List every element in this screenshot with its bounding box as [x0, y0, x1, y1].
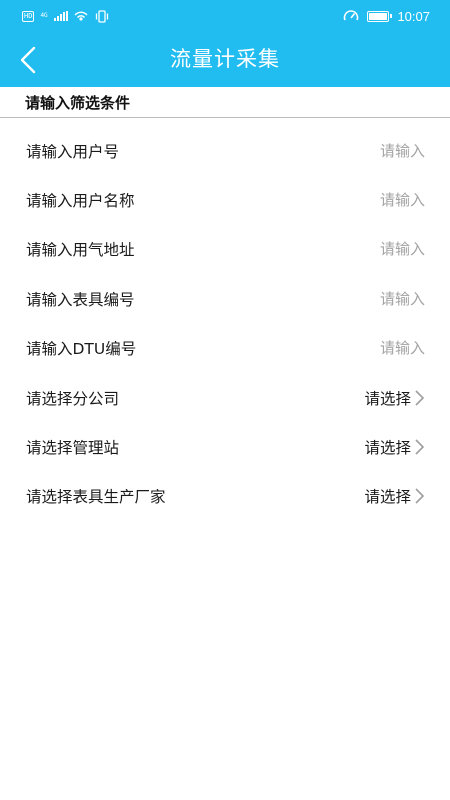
- filter-section-header: 请输入筛选条件: [0, 87, 450, 118]
- branch-company-select[interactable]: 请选择分公司 请选择: [0, 373, 450, 422]
- filter-form: 请输入用户号 请输入用户名称 请输入用气地址 请输入表具编号 请输入DTU编号 …: [0, 126, 450, 521]
- hd-icon: HD: [22, 10, 35, 22]
- chevron-left-icon: [20, 46, 36, 74]
- user-name-row[interactable]: 请输入用户名称: [0, 175, 450, 224]
- user-name-label: 请输入用户名称: [26, 192, 135, 211]
- wifi-hotspot-icon: [74, 11, 88, 21]
- speedometer-icon: [344, 10, 359, 21]
- user-number-label: 请输入用户号: [26, 142, 120, 161]
- page-title: 流量计采集: [170, 47, 280, 71]
- gas-address-row[interactable]: 请输入用气地址: [0, 225, 450, 274]
- branch-company-picker[interactable]: 请选择: [364, 387, 425, 409]
- dtu-number-input[interactable]: [285, 339, 425, 358]
- meter-manufacturer-value: 请选择: [364, 488, 411, 507]
- filter-section-title: 请输入筛选条件: [25, 93, 131, 112]
- dtu-number-row[interactable]: 请输入DTU编号: [0, 324, 450, 373]
- management-station-value: 请选择: [364, 439, 411, 458]
- dtu-number-label: 请输入DTU编号: [26, 340, 137, 359]
- management-station-label: 请选择管理站: [26, 439, 120, 458]
- meter-number-label: 请输入表具编号: [26, 290, 135, 309]
- branch-company-value: 请选择: [364, 389, 411, 408]
- chevron-right-icon: [415, 390, 425, 406]
- back-button[interactable]: [10, 40, 46, 80]
- management-station-picker[interactable]: 请选择: [364, 436, 425, 458]
- user-number-row[interactable]: 请输入用户号: [0, 126, 450, 175]
- vibrate-icon: [95, 9, 108, 23]
- status-bar-left: HD 4G: [22, 9, 110, 23]
- meter-number-input[interactable]: [285, 289, 425, 308]
- user-number-input[interactable]: [285, 141, 425, 160]
- management-station-select[interactable]: 请选择管理站 请选择: [0, 422, 450, 471]
- meter-number-row[interactable]: 请输入表具编号: [0, 274, 450, 323]
- status-time: 10:07: [397, 8, 430, 24]
- status-bar-right: 10:07: [343, 9, 430, 24]
- signal-icon: [53, 11, 68, 21]
- meter-manufacturer-picker[interactable]: 请选择: [364, 485, 425, 507]
- gas-address-label: 请输入用气地址: [26, 241, 135, 260]
- battery-icon: [367, 10, 393, 22]
- chevron-right-icon: [415, 488, 425, 504]
- user-name-input[interactable]: [285, 191, 425, 210]
- meter-manufacturer-label: 请选择表具生产厂家: [26, 488, 166, 507]
- meter-manufacturer-select[interactable]: 请选择表具生产厂家 请选择: [0, 472, 450, 521]
- status-bar: HD 4G 10:07: [0, 0, 450, 32]
- gas-address-input[interactable]: [285, 240, 425, 259]
- branch-company-label: 请选择分公司: [26, 389, 120, 408]
- chevron-right-icon: [415, 439, 425, 455]
- app-header: 流量计采集: [0, 32, 450, 87]
- network-type-label: 4G: [40, 12, 48, 19]
